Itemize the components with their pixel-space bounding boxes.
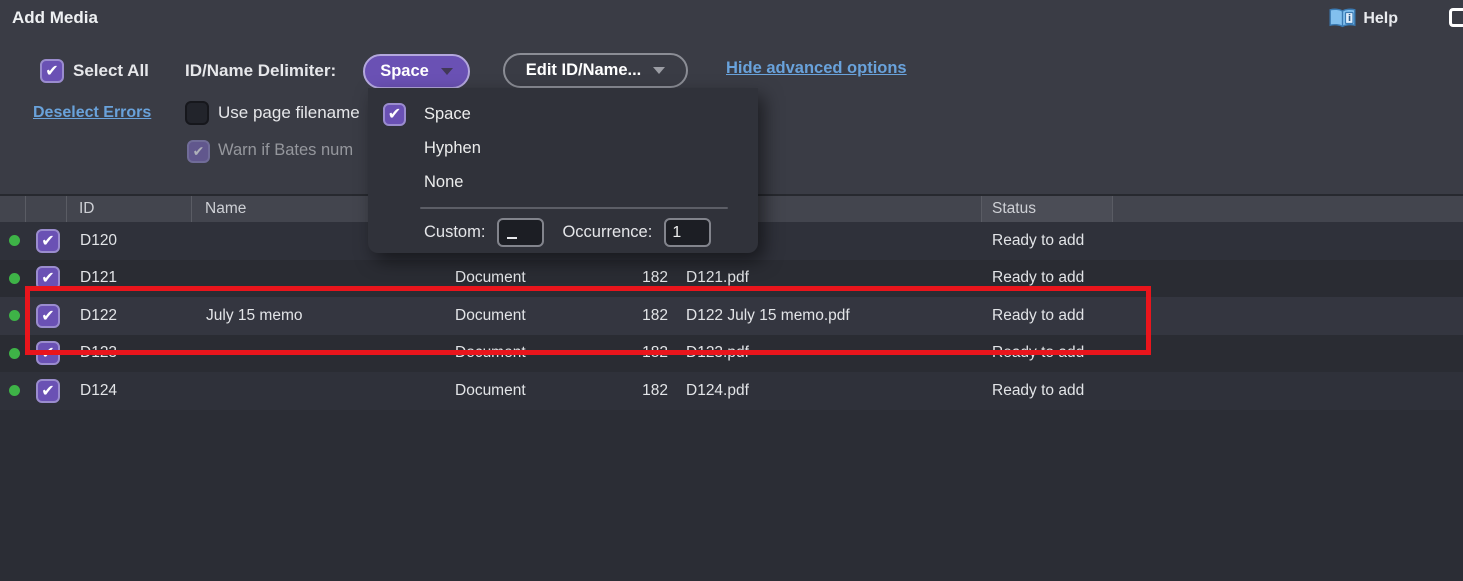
row-checkbox[interactable] — [36, 379, 60, 403]
edit-id-name-button[interactable]: Edit ID/Name... — [503, 53, 688, 88]
status-ok-icon — [9, 310, 20, 321]
menu-item-none[interactable]: None — [383, 169, 463, 195]
text-cursor — [507, 237, 517, 239]
svg-text:i: i — [1348, 14, 1351, 24]
row-checkbox[interactable] — [36, 341, 60, 365]
cell-status: Ready to add — [982, 260, 1113, 298]
hide-advanced-options-link[interactable]: Hide advanced options — [726, 59, 907, 78]
table-row-d123[interactable]: D123 Document 182 D123.pdf Ready to add — [0, 335, 1463, 373]
row-checkbox[interactable] — [36, 266, 60, 290]
header-checkbox-column[interactable] — [26, 196, 67, 222]
table-row-d121[interactable]: D121 Document 182 D121.pdf Ready to add — [0, 260, 1463, 298]
status-ok-icon — [9, 385, 20, 396]
warn-bates-label: Warn if Bates num — [218, 141, 353, 160]
chevron-down-icon — [653, 67, 665, 74]
cell-status: Ready to add — [982, 372, 1113, 410]
cell-type: Document — [445, 335, 627, 373]
cell-filename: D122 July 15 memo.pdf — [674, 297, 982, 335]
cell-status: Ready to add — [982, 297, 1113, 335]
cell-name: July 15 memo — [193, 297, 445, 335]
cell-id: D124 — [68, 372, 193, 410]
cell-type: Document — [445, 297, 627, 335]
page-title: Add Media — [12, 8, 98, 28]
select-all-label: Select All — [73, 61, 149, 81]
cell-name — [193, 372, 445, 410]
select-all-checkbox[interactable] — [40, 59, 64, 83]
cell-pages: 182 — [627, 372, 674, 410]
help-book-icon: i — [1329, 8, 1356, 29]
menu-divider — [420, 207, 728, 209]
cell-id: D120 — [68, 222, 193, 260]
menu-hyphen-checkbox-empty — [383, 137, 406, 160]
cell-name — [193, 260, 445, 298]
cell-status: Ready to add — [982, 335, 1113, 373]
cell-filename: D121.pdf — [674, 260, 982, 298]
header-id[interactable]: ID — [67, 196, 192, 222]
cell-pages: 182 — [627, 297, 674, 335]
delimiter-label: ID/Name Delimiter: — [185, 61, 336, 81]
cell-pages: 182 — [627, 335, 674, 373]
row-checkbox[interactable] — [36, 229, 60, 253]
cell-id: D122 — [68, 297, 193, 335]
status-ok-icon — [9, 348, 20, 359]
help-button[interactable]: i Help — [1329, 8, 1398, 29]
cell-pages: 182 — [627, 260, 674, 298]
status-ok-icon — [9, 235, 20, 246]
menu-item-space[interactable]: Space — [383, 101, 471, 127]
menu-space-checkbox — [383, 103, 406, 126]
cell-type: Document — [445, 260, 627, 298]
chevron-down-icon — [441, 68, 453, 75]
menu-item-label: Hyphen — [424, 139, 481, 158]
cell-id: D123 — [68, 335, 193, 373]
menu-item-hyphen[interactable]: Hyphen — [383, 135, 481, 161]
edit-id-name-label: Edit ID/Name... — [526, 61, 642, 80]
cropped-window-control[interactable] — [1449, 8, 1463, 27]
delimiter-value: Space — [380, 62, 429, 81]
header-status-dot-column[interactable] — [0, 196, 26, 222]
deselect-errors-link[interactable]: Deselect Errors — [33, 104, 151, 122]
menu-item-label: Space — [424, 105, 471, 124]
menu-none-checkbox-empty — [383, 171, 406, 194]
table-row-d122[interactable]: D122 July 15 memo Document 182 D122 July… — [0, 297, 1463, 335]
delimiter-dropdown-button[interactable]: Space — [363, 54, 470, 89]
status-ok-icon — [9, 273, 20, 284]
occurrence-input[interactable] — [664, 218, 711, 247]
cell-id: D121 — [68, 260, 193, 298]
warn-bates-checkbox[interactable] — [187, 140, 210, 163]
occurrence-label: Occurrence: — [562, 223, 652, 242]
cell-type: Document — [445, 372, 627, 410]
row-checkbox[interactable] — [36, 304, 60, 328]
custom-label: Custom: — [424, 223, 485, 242]
delimiter-menu: Space Hyphen None Custom: Occurrence: — [368, 88, 758, 253]
menu-item-label: None — [424, 173, 463, 192]
cell-status: Ready to add — [982, 222, 1113, 260]
cell-name — [193, 335, 445, 373]
custom-delimiter-input[interactable] — [497, 218, 544, 247]
header-filler — [1113, 196, 1463, 222]
cell-filename: D124.pdf — [674, 372, 982, 410]
help-label: Help — [1363, 10, 1398, 28]
header-status[interactable]: Status — [982, 196, 1113, 222]
cell-filename: D123.pdf — [674, 335, 982, 373]
use-page-filename-label: Use page filename — [218, 103, 360, 123]
table-row-d124[interactable]: D124 Document 182 D124.pdf Ready to add — [0, 372, 1463, 410]
use-page-filename-checkbox[interactable] — [185, 101, 209, 125]
add-media-window: Add Media i Help Select All ID/Name Deli… — [0, 0, 1463, 581]
